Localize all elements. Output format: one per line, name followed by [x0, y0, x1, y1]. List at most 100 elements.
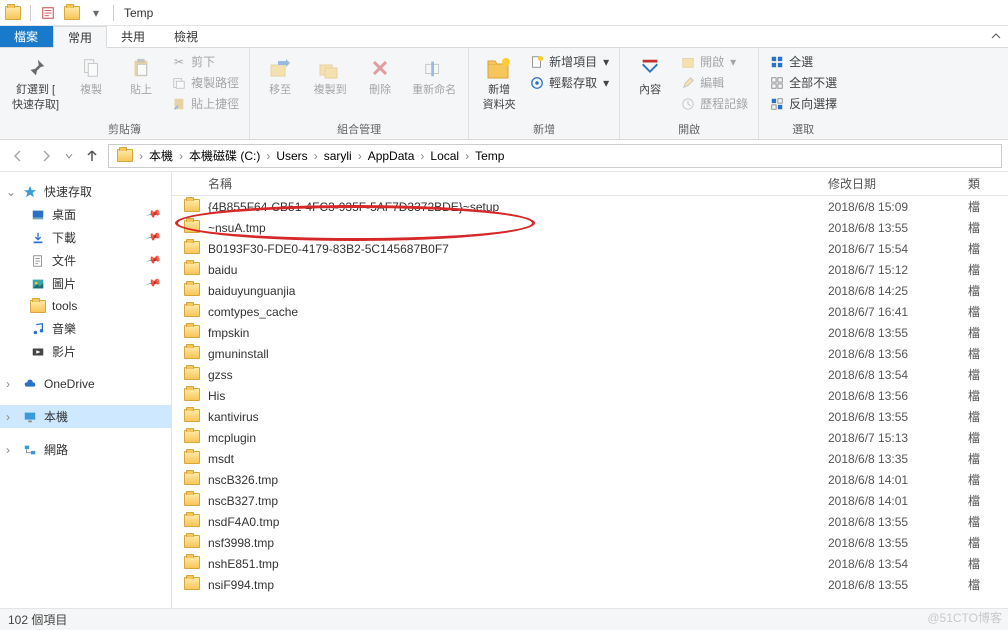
qat-properties-icon[interactable] — [37, 2, 59, 24]
table-row[interactable]: nshE851.tmp2018/6/8 13:54檔 — [172, 553, 1008, 574]
chevron-down-icon[interactable]: ⌄ — [6, 185, 16, 199]
breadcrumb-root-icon[interactable] — [113, 145, 137, 167]
table-row[interactable]: {4B855F64-CB51-4FC3-935F-5AF7D3372BDE}~s… — [172, 196, 1008, 217]
breadcrumb-sep[interactable]: › — [177, 149, 185, 163]
table-row[interactable]: His2018/6/8 13:56檔 — [172, 385, 1008, 406]
table-row[interactable]: nsf3998.tmp2018/6/8 13:55檔 — [172, 532, 1008, 553]
nav-forward-button[interactable] — [34, 144, 58, 168]
sidebar-item[interactable]: 影片 — [0, 340, 171, 363]
file-type: 檔 — [968, 408, 1008, 425]
cloud-icon — [22, 376, 38, 392]
breadcrumb[interactable]: › 本機›本機磁碟 (C:)›Users›saryli›AppData›Loca… — [108, 144, 1002, 168]
sidebar-network[interactable]: › 網路 — [0, 438, 171, 461]
tab-file[interactable]: 檔案 — [0, 26, 53, 47]
history-button[interactable]: 歷程記錄 — [678, 94, 750, 113]
new-folder-button[interactable]: 新增 資料夾 — [477, 52, 521, 114]
cut-button[interactable]: ✂剪下 — [169, 52, 241, 71]
table-row[interactable]: gmuninstall2018/6/8 13:56檔 — [172, 343, 1008, 364]
easy-access-label: 輕鬆存取 — [549, 74, 597, 91]
file-name: mcplugin — [208, 431, 828, 445]
tab-home[interactable]: 常用 — [53, 26, 107, 48]
table-row[interactable]: nscB326.tmp2018/6/8 14:01檔 — [172, 469, 1008, 490]
new-item-button[interactable]: 新增項目▾ — [527, 52, 611, 71]
breadcrumb-segment[interactable]: AppData — [364, 145, 419, 167]
tab-view[interactable]: 檢視 — [160, 26, 213, 47]
column-header-name[interactable]: 名稱 — [172, 175, 828, 192]
sidebar-this-pc[interactable]: › 本機 — [0, 405, 171, 428]
breadcrumb-segment[interactable]: 本機 — [145, 145, 177, 167]
select-none-button[interactable]: 全部不選 — [767, 73, 839, 92]
folder-app-icon[interactable] — [2, 2, 24, 24]
open-button[interactable]: 開啟▾ — [678, 52, 750, 71]
new-folder-label-1: 新增 — [488, 84, 510, 97]
table-row[interactable]: kantivirus2018/6/8 13:55檔 — [172, 406, 1008, 427]
nav-recent-button[interactable] — [62, 144, 76, 168]
breadcrumb-segment[interactable]: saryli — [320, 145, 356, 167]
qat-new-folder-icon[interactable] — [61, 2, 83, 24]
sidebar-item[interactable]: tools — [0, 295, 171, 317]
ribbon-collapse-icon[interactable] — [984, 26, 1008, 47]
breadcrumb-segment[interactable]: Temp — [471, 145, 508, 167]
easy-access-button[interactable]: 輕鬆存取▾ — [527, 73, 611, 92]
sidebar-quick-access[interactable]: ⌄ 快速存取 — [0, 180, 171, 203]
sidebar-item[interactable]: 圖片📌 — [0, 272, 171, 295]
invert-selection-button[interactable]: 反向選擇 — [767, 94, 839, 113]
paste-button[interactable]: 貼上 — [119, 52, 163, 99]
file-type: 檔 — [968, 198, 1008, 215]
breadcrumb-sep[interactable]: › — [463, 149, 471, 163]
table-row[interactable]: nsiF994.tmp2018/6/8 13:55檔 — [172, 574, 1008, 595]
nav-back-button[interactable] — [6, 144, 30, 168]
file-type: 檔 — [968, 345, 1008, 362]
sidebar-item[interactable]: 下載📌 — [0, 226, 171, 249]
qat-customize-icon[interactable]: ▾ — [85, 2, 107, 24]
copy-button[interactable]: 複製 — [69, 52, 113, 99]
sidebar-item[interactable]: 桌面📌 — [0, 203, 171, 226]
sidebar-item[interactable]: 文件📌 — [0, 249, 171, 272]
chevron-right-icon-3[interactable]: › — [6, 443, 16, 457]
sidebar-item-label: tools — [52, 299, 77, 313]
edit-button[interactable]: 編輯 — [678, 73, 750, 92]
breadcrumb-segment[interactable]: Local — [426, 145, 463, 167]
select-all-button[interactable]: 全選 — [767, 52, 839, 71]
breadcrumb-sep[interactable]: › — [418, 149, 426, 163]
sidebar-item[interactable]: 音樂 — [0, 317, 171, 340]
table-row[interactable]: mcplugin2018/6/7 15:13檔 — [172, 427, 1008, 448]
folder-icon — [184, 514, 202, 530]
qat-divider — [30, 5, 31, 21]
table-row[interactable]: gzss2018/6/8 13:54檔 — [172, 364, 1008, 385]
breadcrumb-sep[interactable]: › — [137, 149, 145, 163]
sidebar-onedrive[interactable]: › OneDrive — [0, 373, 171, 395]
column-header-type[interactable]: 類 — [968, 175, 1008, 192]
copy-to-button[interactable]: 複製到 — [308, 52, 352, 99]
nav-up-button[interactable] — [80, 144, 104, 168]
table-row[interactable]: msdt2018/6/8 13:35檔 — [172, 448, 1008, 469]
properties-button[interactable]: 內容 — [628, 52, 672, 99]
table-row[interactable]: nscB327.tmp2018/6/8 14:01檔 — [172, 490, 1008, 511]
column-header-date[interactable]: 修改日期 — [828, 175, 968, 192]
breadcrumb-sep[interactable]: › — [264, 149, 272, 163]
breadcrumb-sep[interactable]: › — [356, 149, 364, 163]
table-row[interactable]: baiduyunguanjia2018/6/8 14:25檔 — [172, 280, 1008, 301]
table-row[interactable]: nsdF4A0.tmp2018/6/8 13:55檔 — [172, 511, 1008, 532]
file-name: baidu — [208, 263, 828, 277]
sidebar-onedrive-label: OneDrive — [44, 377, 95, 391]
move-to-button[interactable]: 移至 — [258, 52, 302, 99]
table-row[interactable]: fmpskin2018/6/8 13:55檔 — [172, 322, 1008, 343]
breadcrumb-sep[interactable]: › — [312, 149, 320, 163]
copy-path-button[interactable]: 複製路徑 — [169, 73, 241, 92]
chevron-right-icon-2[interactable]: › — [6, 410, 16, 424]
table-row[interactable]: ~nsuA.tmp2018/6/8 13:55檔 — [172, 217, 1008, 238]
delete-button[interactable]: 刪除 — [358, 52, 402, 99]
pin-to-quick-access-button[interactable]: 釘選到 [ 快速存取] — [8, 52, 63, 114]
table-row[interactable]: comtypes_cache2018/6/7 16:41檔 — [172, 301, 1008, 322]
table-row[interactable]: B0193F30-FDE0-4179-83B2-5C145687B0F72018… — [172, 238, 1008, 259]
table-row[interactable]: baidu2018/6/7 15:12檔 — [172, 259, 1008, 280]
breadcrumb-segment[interactable]: Users — [272, 145, 311, 167]
breadcrumb-segment[interactable]: 本機磁碟 (C:) — [185, 145, 264, 167]
paste-shortcut-button[interactable]: 貼上捷徑 — [169, 94, 241, 113]
file-name: nscB327.tmp — [208, 494, 828, 508]
rename-button[interactable]: 重新命名 — [408, 52, 460, 99]
pin-icon — [22, 54, 50, 82]
tab-share[interactable]: 共用 — [107, 26, 160, 47]
chevron-right-icon[interactable]: › — [6, 377, 16, 391]
